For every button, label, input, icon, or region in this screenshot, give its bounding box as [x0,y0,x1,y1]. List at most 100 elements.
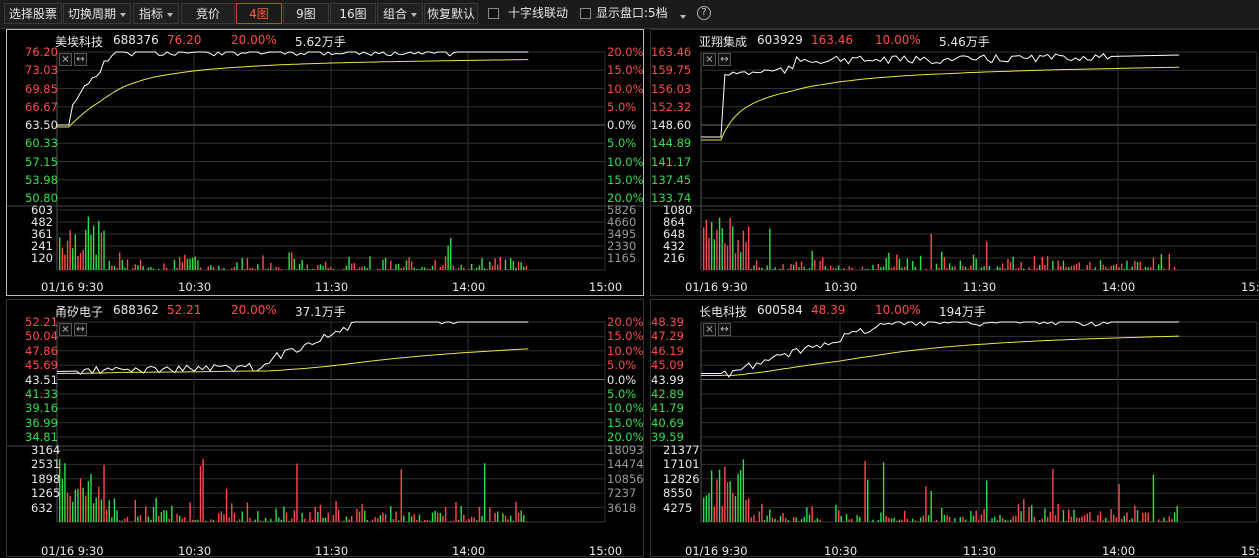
chart-canvas [651,300,1259,558]
volume-bar [500,257,501,270]
volume-bar [168,519,169,522]
close-icon[interactable]: × [59,323,72,336]
volume-bar [64,463,65,522]
volume-bar [1068,509,1069,522]
volume-bar [872,520,873,522]
volume-bar [479,507,480,522]
volume-bar [1105,518,1106,522]
show-level-dropdown[interactable] [675,6,687,20]
volume-bar [1153,474,1154,522]
volume-bar [1060,521,1061,522]
volume-bar [330,267,331,270]
volume-bar [80,253,81,270]
volume-bar [447,246,448,270]
switch-period-dropdown[interactable]: 切换周期 [63,3,131,24]
volume-bar [458,268,459,270]
volume-bar [1169,516,1170,522]
volume-bar [312,269,313,270]
chart-panel[interactable]: 甬矽电子68836252.2120.00%37.1万手52.2150.0447.… [6,299,644,557]
volume-bar [380,515,381,522]
volume-bar [458,520,459,522]
volume-bar [153,507,154,522]
volume-bar [806,269,807,270]
volume-bar [507,519,508,522]
volume-bar [835,505,836,522]
crosshair-link-checkbox[interactable] [488,8,499,19]
volume-bar [116,510,117,522]
volume-bar [231,503,232,522]
volume-bar [124,518,125,522]
show-level-label: 显示盘口:5档 [596,3,668,24]
view-9-button[interactable]: 9图 [283,3,329,24]
pct-tick-label: 20.0% [607,46,644,58]
volume-bar [711,222,712,270]
volume-bar [893,518,894,522]
volume-bar [1163,518,1164,522]
volume-bar [848,519,849,522]
auction-button[interactable]: 竞价 [181,3,235,24]
view-4-button[interactable]: 4图 [236,3,282,24]
chart-panel[interactable]: 亚翔集成603929163.4610.00%5.46万手163.46159.75… [650,29,1259,296]
volume-bar [867,269,868,270]
price-line [57,322,528,374]
price-tick-label: 159.75 [651,64,691,76]
volume-bar [197,260,198,270]
combo-dropdown[interactable]: 组合 [377,3,423,24]
pct-tick-label: 10.0% [607,156,644,168]
volume-bar [1132,518,1133,522]
volume-bar [1020,511,1021,522]
volume-bar [88,481,89,522]
volume-bar [830,266,831,270]
restore-default-button[interactable]: 恢复默认 [424,3,478,24]
select-stock-button[interactable]: 选择股票 [4,3,62,24]
expand-icon[interactable]: ↔ [74,53,87,66]
close-icon[interactable]: × [59,53,72,66]
close-icon[interactable]: × [703,53,716,66]
volume-bar [991,518,992,522]
volume-bar [917,521,918,522]
pct-tick-label: 5.0% [607,101,636,113]
volume-bar [1063,261,1064,270]
volume-bar [806,507,807,522]
volume-bar [119,253,120,270]
volume-bar [288,252,289,270]
chart-panel[interactable]: 长电科技60058448.3910.00%194万手48.3947.2946.1… [650,299,1259,557]
volume-bar [296,464,297,522]
volume-bar [223,514,224,522]
volume-bar [236,521,237,522]
help-icon[interactable]: ? [697,6,711,20]
volume-bar [481,258,482,270]
volume-bar [98,487,99,522]
volume-bar [474,269,475,270]
volume-bar [414,514,415,522]
volume-bar [382,260,383,270]
show-level-checkbox[interactable] [580,8,591,19]
volume-bar [325,518,326,522]
close-icon[interactable]: × [703,323,716,336]
volume-bar [727,246,728,270]
price-tick-label: 73.03 [25,64,58,76]
volume-bar [197,520,198,522]
volume-bar [200,268,201,270]
volume-bar [262,255,263,270]
indicator-dropdown[interactable]: 指标 [133,3,179,24]
volume-bar [925,486,926,522]
volume-bar [817,518,818,522]
view-16-button[interactable]: 16图 [330,3,376,24]
chevron-down-icon [120,13,126,17]
volume-bar [179,516,180,522]
volume-bar [1047,256,1048,270]
expand-icon[interactable]: ↔ [74,323,87,336]
volume-bar [421,521,422,522]
expand-icon[interactable]: ↔ [718,53,731,66]
time-tick-label: 01/16 9:30 [685,281,748,293]
expand-icon[interactable]: ↔ [718,323,731,336]
volume-bar [526,266,527,270]
volume-bar [226,489,227,522]
volume-bar [361,504,362,522]
volume-bar [1039,520,1040,522]
volume-bar [270,519,271,522]
crosshair-link-label: 十字线联动 [508,3,568,24]
volume-bar [69,496,70,522]
chart-panel[interactable]: 美埃科技68837676.2020.00%5.62万手76.2073.0369.… [6,29,644,296]
